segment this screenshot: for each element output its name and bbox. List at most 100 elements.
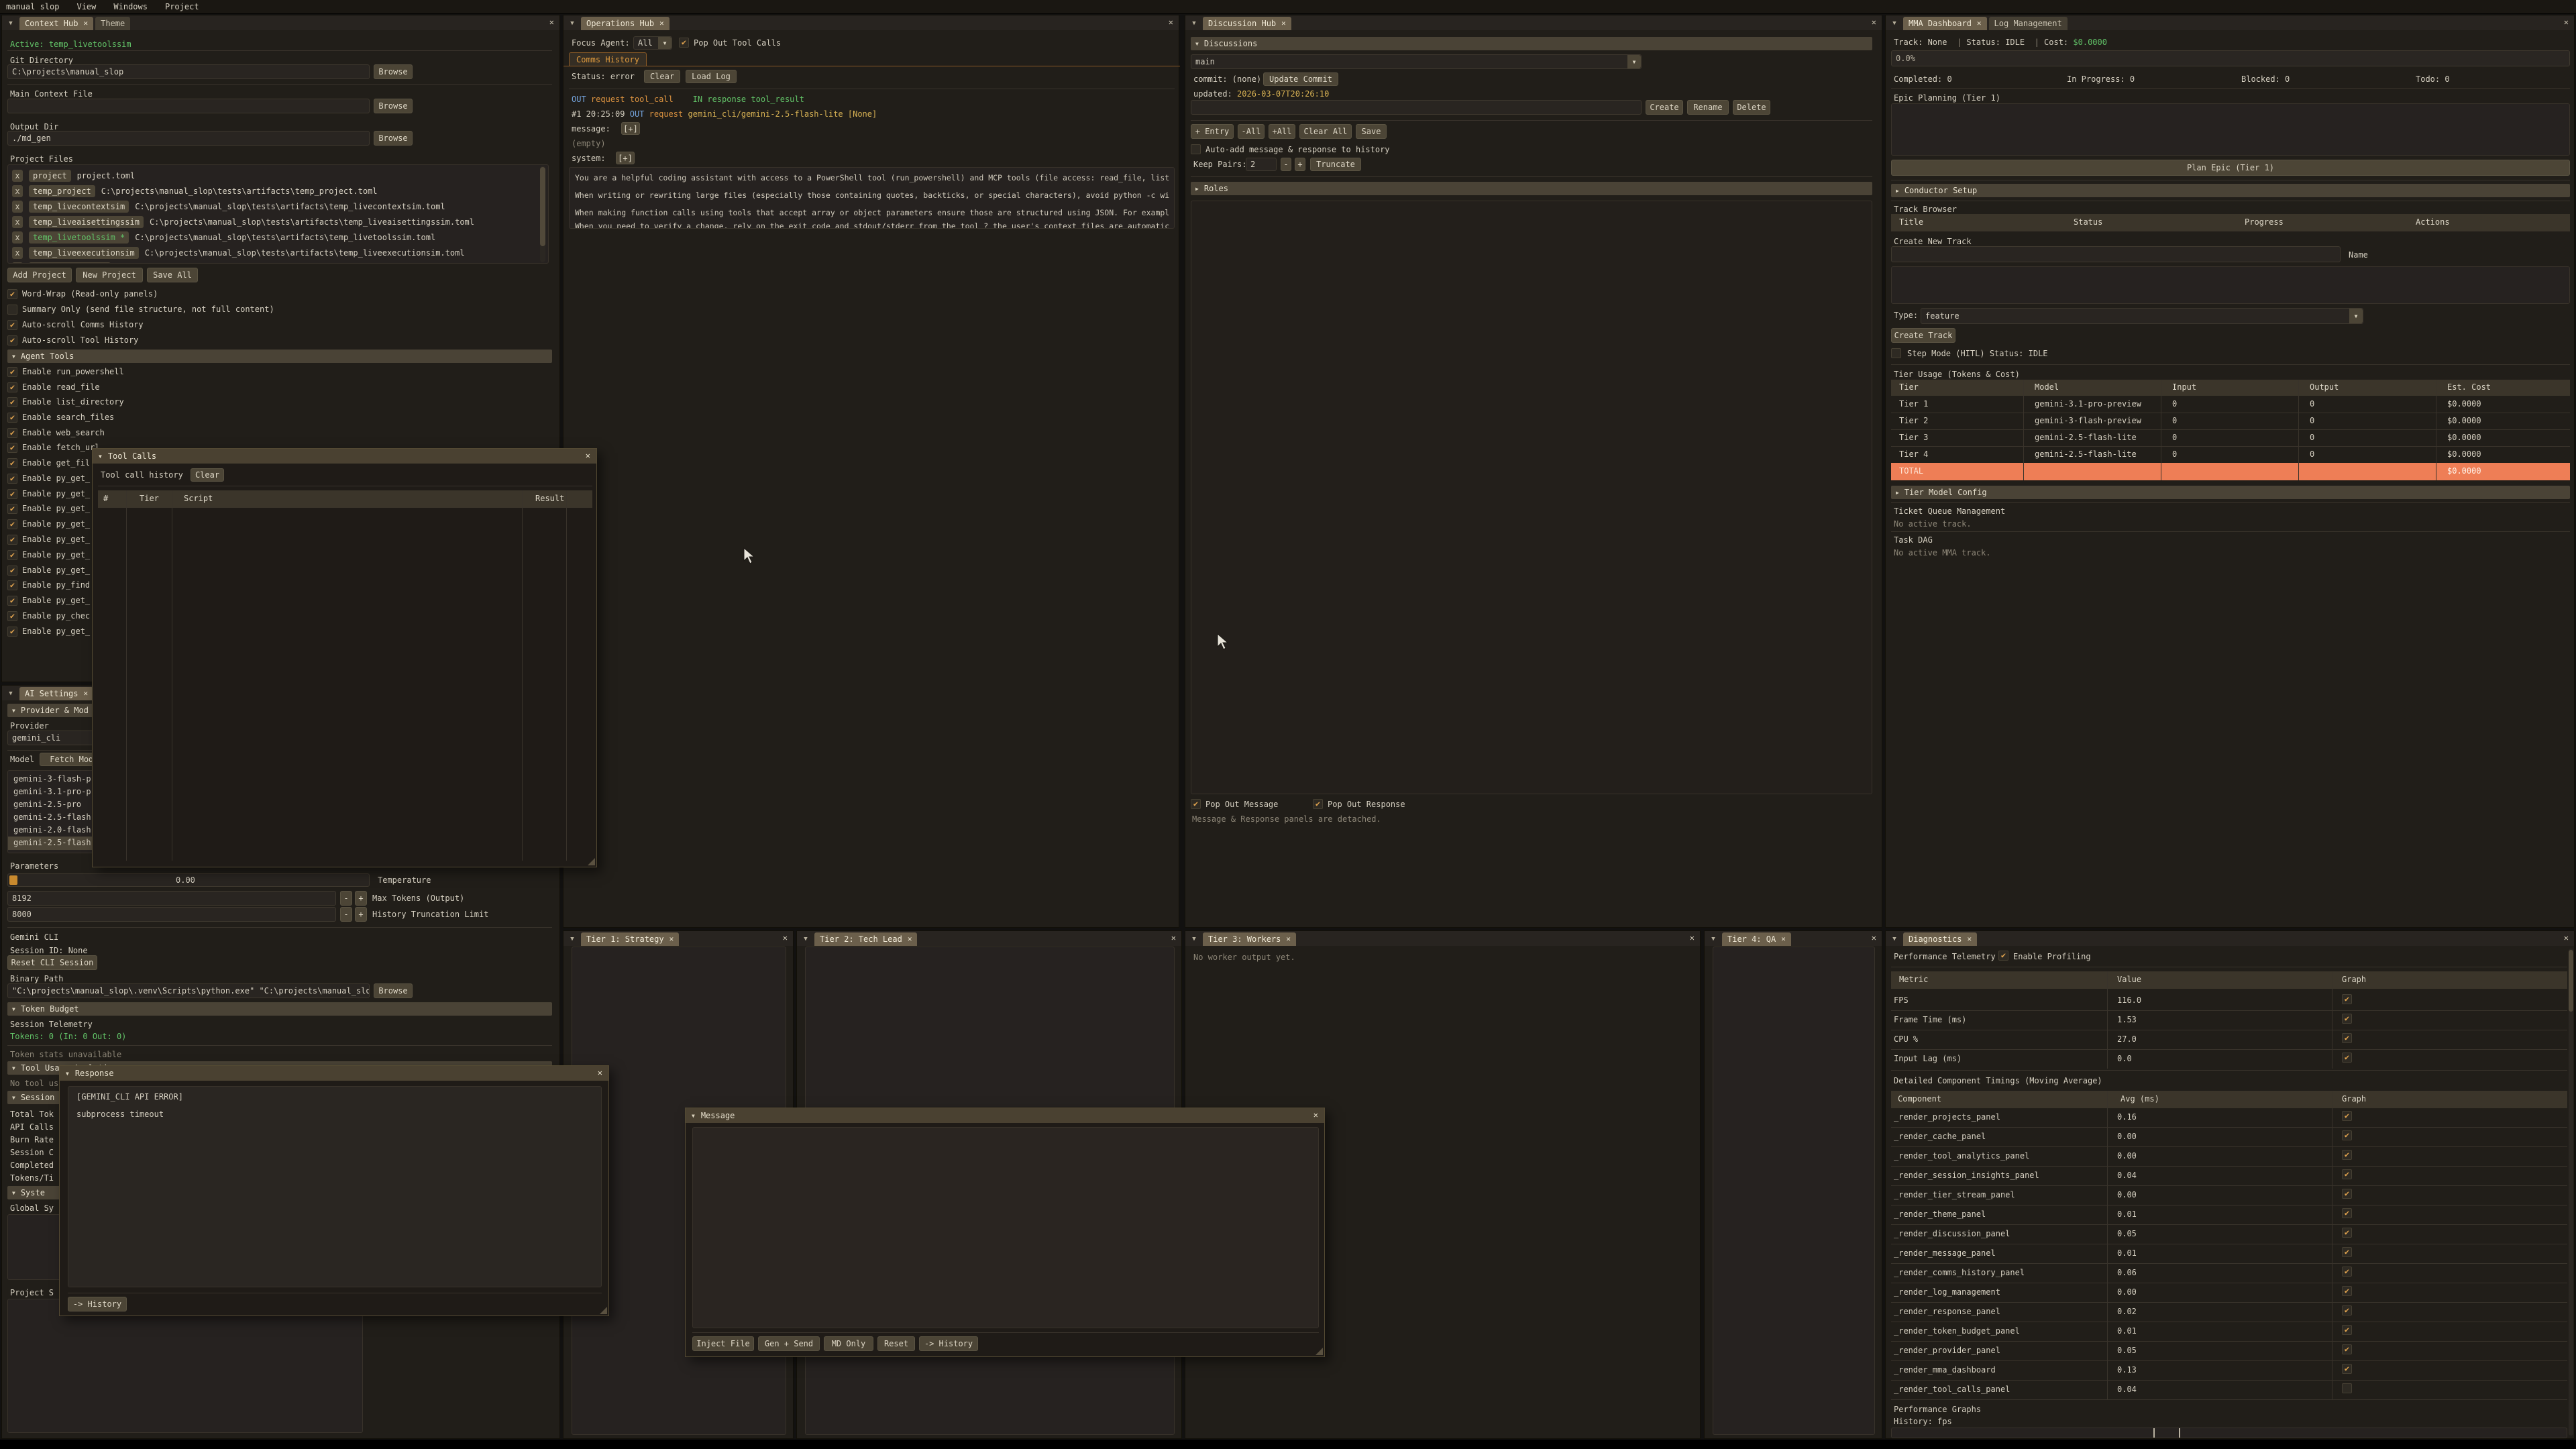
component-graph-checkbox[interactable] xyxy=(2342,1286,2352,1296)
word-wrap-checkbox[interactable] xyxy=(7,289,17,299)
output-dir-browse-button[interactable]: Browse xyxy=(374,131,413,146)
dock-collapse-icon[interactable]: ▼ xyxy=(4,688,17,700)
clear-button[interactable]: Clear xyxy=(644,70,680,83)
dock-close-icon[interactable]: ✕ xyxy=(549,17,554,27)
tool-checkbox[interactable] xyxy=(7,413,17,423)
binary-browse-button[interactable]: Browse xyxy=(374,983,413,998)
epic-planning-textarea[interactable] xyxy=(1891,103,2570,156)
response-textarea[interactable]: [GEMINI_CLI API ERROR] subprocess timeou… xyxy=(68,1086,602,1287)
model-option[interactable]: gemini-2.5-flash xyxy=(13,812,91,822)
message-to-history-button[interactable]: -> History xyxy=(919,1336,978,1351)
keep-pairs-minus-button[interactable]: - xyxy=(1281,158,1291,171)
max-tokens-plus-button[interactable]: + xyxy=(355,891,367,906)
close-window-icon[interactable]: ✕ xyxy=(586,451,590,460)
truncation-minus-button[interactable]: - xyxy=(340,907,352,922)
component-graph-checkbox[interactable] xyxy=(2342,1208,2352,1218)
tier-model-config-section[interactable]: Tier Model Config xyxy=(1891,486,2570,499)
new-project-button[interactable]: New Project xyxy=(76,268,143,282)
dock-collapse-icon[interactable]: ▼ xyxy=(4,17,17,30)
focus-agent-combo[interactable]: All▼ xyxy=(633,36,672,50)
model-option[interactable]: gemini-3-flash-pr xyxy=(13,774,96,784)
tool-calls-titlebar[interactable]: Tool Calls xyxy=(93,449,596,464)
scrollbar-thumb[interactable] xyxy=(2569,950,2573,1012)
load-log-button[interactable]: Load Log xyxy=(686,70,737,83)
chevron-down-icon[interactable]: ▼ xyxy=(1627,55,1641,68)
tab-discussion-hub[interactable]: Discussion Hub✕ xyxy=(1203,17,1291,30)
component-graph-checkbox[interactable] xyxy=(2342,1305,2352,1316)
truncation-plus-button[interactable]: + xyxy=(355,907,367,922)
remove-file-button[interactable] xyxy=(12,262,23,264)
close-tab-icon[interactable]: ✕ xyxy=(669,932,674,946)
agent-tools-section[interactable]: Agent Tools xyxy=(7,350,552,363)
tab-tier4-qa[interactable]: Tier 4: QA✕ xyxy=(1722,932,1791,946)
component-graph-checkbox[interactable] xyxy=(2342,1267,2352,1277)
dock-close-icon[interactable]: ✕ xyxy=(1872,933,1876,943)
popout-response-checkbox[interactable] xyxy=(1313,799,1323,809)
token-budget-section[interactable]: Token Budget xyxy=(7,1002,552,1016)
dock-close-icon[interactable]: ✕ xyxy=(1171,933,1176,943)
remove-file-button[interactable]: x xyxy=(12,247,23,259)
tab-theme[interactable]: Theme xyxy=(95,17,130,30)
project-file-row[interactable]: xtemp_livetoolssim *C:\projects\manual_s… xyxy=(12,231,435,244)
menu-manual-slop[interactable]: manual slop xyxy=(6,2,59,11)
conductor-setup-section[interactable]: Conductor Setup xyxy=(1891,184,2570,197)
close-window-icon[interactable]: ✕ xyxy=(598,1068,602,1077)
file-tag[interactable]: temp_project xyxy=(29,185,95,197)
component-graph-checkbox[interactable] xyxy=(2342,1189,2352,1199)
model-option[interactable]: gemini-3.1-pro-pr xyxy=(13,787,96,796)
auto-add-checkbox[interactable] xyxy=(1191,144,1201,154)
file-tag-active[interactable]: temp_livetoolssim * xyxy=(29,231,129,244)
file-tag[interactable]: project xyxy=(29,170,71,182)
keep-pairs-input[interactable]: 2 xyxy=(1246,158,1277,171)
delete-discussion-button[interactable]: Delete xyxy=(1733,100,1770,115)
max-tokens-minus-button[interactable]: - xyxy=(340,891,352,906)
tool-checkbox[interactable] xyxy=(7,474,17,484)
md-only-button[interactable]: MD Only xyxy=(824,1336,873,1351)
reset-cli-session-button[interactable]: Reset CLI Session xyxy=(7,955,97,970)
temperature-slider[interactable]: 0.00 xyxy=(7,873,370,887)
component-graph-checkbox[interactable] xyxy=(2342,1247,2352,1257)
scrollbar[interactable] xyxy=(540,166,545,262)
git-browse-button[interactable]: Browse xyxy=(374,64,413,79)
rename-discussion-button[interactable]: Rename xyxy=(1687,100,1729,115)
remove-file-button[interactable]: x xyxy=(12,231,23,244)
main-context-browse-button[interactable]: Browse xyxy=(374,99,413,113)
scrollbar-thumb[interactable] xyxy=(540,167,545,246)
metric-graph-checkbox[interactable] xyxy=(2342,1033,2352,1043)
project-file-row[interactable]: xtemp_liveaisettingssimC:\projects\manua… xyxy=(12,215,474,229)
discussion-history-area[interactable] xyxy=(1191,201,1872,794)
tool-checkbox[interactable] xyxy=(7,550,17,560)
expand-message-button[interactable]: [+] xyxy=(621,122,640,135)
project-file-row[interactable]: xtemp_liveexecutionsimC:\projects\manual… xyxy=(12,246,465,260)
tool-checkbox[interactable] xyxy=(7,489,17,499)
tool-checkbox[interactable] xyxy=(7,566,17,576)
discussion-name-input[interactable] xyxy=(1191,100,1642,115)
dock-close-icon[interactable]: ✕ xyxy=(1169,17,1173,27)
tier4-output-area[interactable] xyxy=(1713,947,1875,1435)
chevron-down-icon[interactable]: ▼ xyxy=(658,37,672,49)
tab-mma-dashboard[interactable]: MMA Dashboard✕ xyxy=(1903,17,1987,30)
component-graph-checkbox[interactable] xyxy=(2342,1150,2352,1160)
dock-close-icon[interactable]: ✕ xyxy=(1872,17,1876,27)
save-all-button[interactable]: Save All xyxy=(147,268,198,282)
close-tab-icon[interactable]: ✕ xyxy=(1286,932,1291,946)
tab-tier2-tech-lead[interactable]: Tier 2: Tech Lead✕ xyxy=(814,932,917,946)
dock-collapse-icon[interactable]: ▼ xyxy=(1187,933,1201,946)
dock-collapse-icon[interactable]: ▼ xyxy=(1888,933,1901,946)
reset-button[interactable]: Reset xyxy=(877,1336,915,1351)
expand-all-button[interactable]: +All xyxy=(1269,124,1295,139)
dock-close-icon[interactable]: ✕ xyxy=(1690,933,1695,943)
output-dir-input[interactable]: ./md_gen xyxy=(7,131,370,146)
update-commit-button[interactable]: Update Commit xyxy=(1263,72,1338,86)
clear-all-button[interactable]: Clear All xyxy=(1299,124,1352,139)
dock-close-icon[interactable]: ✕ xyxy=(2564,17,2569,27)
discussions-section[interactable]: Discussions xyxy=(1191,37,1872,50)
popout-message-checkbox[interactable] xyxy=(1191,799,1201,809)
tool-checkbox[interactable] xyxy=(7,596,17,606)
component-graph-checkbox[interactable] xyxy=(2342,1228,2352,1238)
metric-graph-checkbox[interactable] xyxy=(2342,1053,2352,1063)
dock-close-icon[interactable]: ✕ xyxy=(783,933,788,943)
tool-checkbox[interactable] xyxy=(7,397,17,407)
tab-comms-history[interactable]: Comms History xyxy=(569,52,647,66)
truncate-button[interactable]: Truncate xyxy=(1310,158,1361,171)
